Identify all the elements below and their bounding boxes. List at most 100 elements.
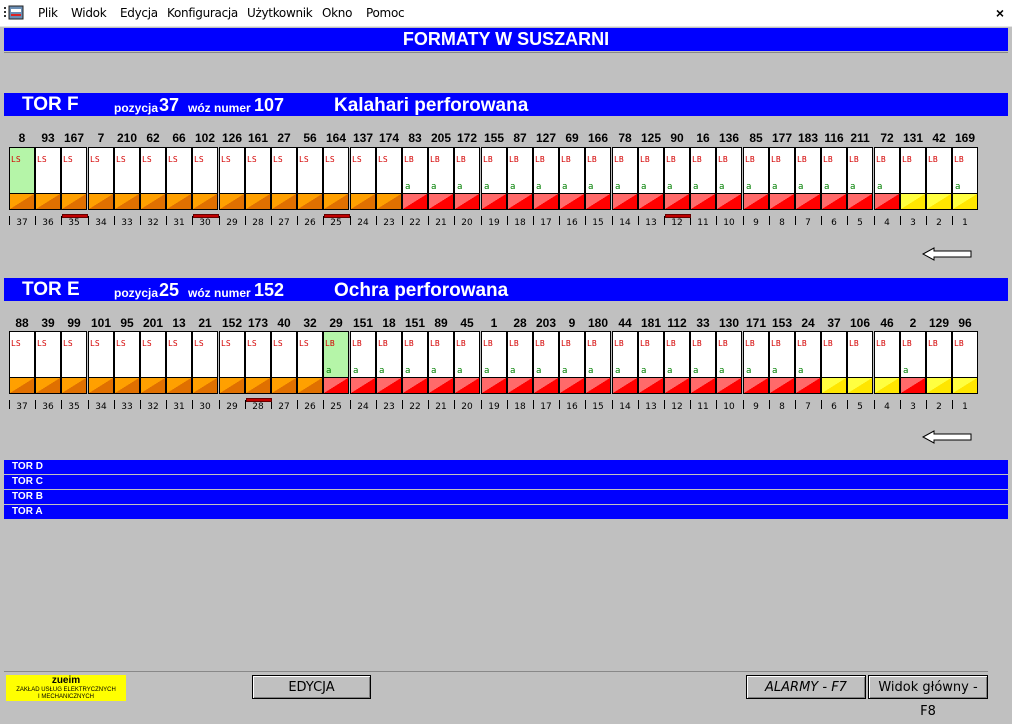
dryer-slot[interactable]: LB: [926, 147, 952, 210]
dryer-slot[interactable]: LS: [35, 147, 61, 210]
car-number: 201: [142, 316, 164, 330]
position-number: 19: [488, 218, 500, 228]
dryer-slot[interactable]: LB a: [323, 331, 349, 394]
dryer-slot[interactable]: LS: [219, 331, 245, 394]
dryer-slot[interactable]: LB: [952, 331, 978, 394]
dryer-slot[interactable]: LB a: [585, 147, 611, 210]
menu-plik[interactable]: Plik: [38, 6, 58, 20]
dryer-slot[interactable]: LS: [166, 147, 192, 210]
track-a-bar[interactable]: TOR A: [4, 505, 1008, 519]
position-number: 23: [383, 218, 395, 228]
dryer-slot[interactable]: LS: [35, 331, 61, 394]
close-icon[interactable]: ×: [996, 5, 1004, 21]
dryer-slot[interactable]: LB a: [638, 147, 664, 210]
dryer-slot[interactable]: LS: [140, 331, 166, 394]
dryer-slot[interactable]: LB a: [402, 331, 428, 394]
dryer-slot[interactable]: LB: [926, 331, 952, 394]
dryer-slot[interactable]: LS: [323, 147, 349, 210]
dryer-slot[interactable]: LB a: [690, 331, 716, 394]
dryer-slot[interactable]: LB a: [664, 147, 690, 210]
dryer-slot[interactable]: LB a: [769, 147, 795, 210]
dryer-slot[interactable]: LS: [219, 147, 245, 210]
menu-konfiguracja[interactable]: Konfiguracja: [167, 6, 238, 20]
edit-button[interactable]: EDYCJA: [252, 675, 371, 699]
dryer-slot[interactable]: LB: [847, 331, 873, 394]
dryer-slot[interactable]: LS: [88, 331, 114, 394]
dryer-slot[interactable]: LS: [88, 147, 114, 210]
dryer-slot[interactable]: LB a: [847, 147, 873, 210]
dryer-slot[interactable]: LB a: [795, 331, 821, 394]
dryer-slot[interactable]: LS: [297, 331, 323, 394]
dryer-slot[interactable]: LS: [9, 147, 35, 210]
dryer-slot[interactable]: LB a: [612, 331, 638, 394]
dryer-slot[interactable]: LB a: [454, 331, 480, 394]
dryer-slot[interactable]: LB a: [507, 331, 533, 394]
dryer-slot[interactable]: LS: [61, 147, 87, 210]
dryer-slot[interactable]: LB: [874, 331, 900, 394]
dryer-slot[interactable]: LB a: [402, 147, 428, 210]
dryer-slot[interactable]: LB a: [821, 147, 847, 210]
dryer-slot[interactable]: LB a: [481, 147, 507, 210]
app-icon[interactable]: [3, 5, 25, 21]
slot-status-indicator: [89, 378, 113, 393]
dryer-slot[interactable]: LB: [821, 331, 847, 394]
menu-pomoc[interactable]: Pomoc: [366, 6, 405, 20]
dryer-slot[interactable]: LB a: [454, 147, 480, 210]
position-number: 29: [226, 218, 238, 228]
dryer-slot[interactable]: LB a: [769, 331, 795, 394]
dryer-slot[interactable]: LS: [192, 331, 218, 394]
dryer-slot[interactable]: LS: [271, 147, 297, 210]
menu-okno[interactable]: Okno: [322, 6, 352, 20]
dryer-slot[interactable]: LB a: [350, 331, 376, 394]
dryer-slot[interactable]: LS: [245, 147, 271, 210]
dryer-slot[interactable]: LB a: [795, 147, 821, 210]
dryer-slot[interactable]: LS: [9, 331, 35, 394]
dryer-slot[interactable]: LB a: [533, 147, 559, 210]
dryer-slot[interactable]: LS: [350, 147, 376, 210]
dryer-slot[interactable]: LB a: [559, 147, 585, 210]
dryer-slot[interactable]: LB a: [428, 331, 454, 394]
dryer-slot[interactable]: LS: [114, 147, 140, 210]
dryer-slot[interactable]: LS: [61, 331, 87, 394]
dryer-slot[interactable]: LB a: [664, 331, 690, 394]
dryer-slot[interactable]: LB a: [533, 331, 559, 394]
dryer-slot[interactable]: LB a: [874, 147, 900, 210]
slot-status-indicator: [455, 194, 479, 209]
dryer-slot[interactable]: LB a: [559, 331, 585, 394]
position-number: 10: [723, 218, 735, 228]
menu-widok[interactable]: Widok: [71, 6, 107, 20]
dryer-slot[interactable]: LB a: [743, 147, 769, 210]
dryer-slot[interactable]: LB a: [638, 331, 664, 394]
dryer-slot[interactable]: LS: [192, 147, 218, 210]
dryer-slot[interactable]: LS: [245, 331, 271, 394]
dryer-slot[interactable]: LB a: [690, 147, 716, 210]
dryer-slot[interactable]: LS: [297, 147, 323, 210]
track-d-bar[interactable]: TOR D: [4, 460, 1008, 474]
alarms-button[interactable]: ALARMY - F7: [746, 675, 866, 699]
main-view-button[interactable]: Widok główny - F8: [868, 675, 988, 719]
dryer-slot[interactable]: LB a: [952, 147, 978, 210]
dryer-slot[interactable]: LB a: [481, 331, 507, 394]
track-b-bar[interactable]: TOR B: [4, 490, 1008, 504]
dryer-slot[interactable]: LB a: [612, 147, 638, 210]
slot-code: LS: [168, 155, 178, 164]
menu-edycja[interactable]: Edycja: [120, 6, 158, 20]
dryer-slot[interactable]: LS: [166, 331, 192, 394]
dryer-slot[interactable]: LB a: [585, 331, 611, 394]
dryer-slot[interactable]: LB a: [376, 331, 402, 394]
dryer-slot[interactable]: LB a: [716, 331, 742, 394]
car-number: 210: [116, 131, 138, 145]
dryer-slot[interactable]: LB a: [428, 147, 454, 210]
dryer-slot[interactable]: LS: [376, 147, 402, 210]
dryer-slot[interactable]: LS: [114, 331, 140, 394]
dryer-slot[interactable]: LS: [140, 147, 166, 210]
menu-uzytkownik[interactable]: Użytkownik: [247, 6, 313, 20]
dryer-slot[interactable]: LB a: [743, 331, 769, 394]
dryer-slot[interactable]: LB a: [716, 147, 742, 210]
dryer-slot[interactable]: LB a: [900, 331, 926, 394]
dryer-slot[interactable]: LB: [900, 147, 926, 210]
dryer-slot[interactable]: LB a: [507, 147, 533, 210]
dryer-slot[interactable]: LS: [271, 331, 297, 394]
track-c-bar[interactable]: TOR C: [4, 475, 1008, 489]
slot-code: LB: [902, 155, 912, 164]
